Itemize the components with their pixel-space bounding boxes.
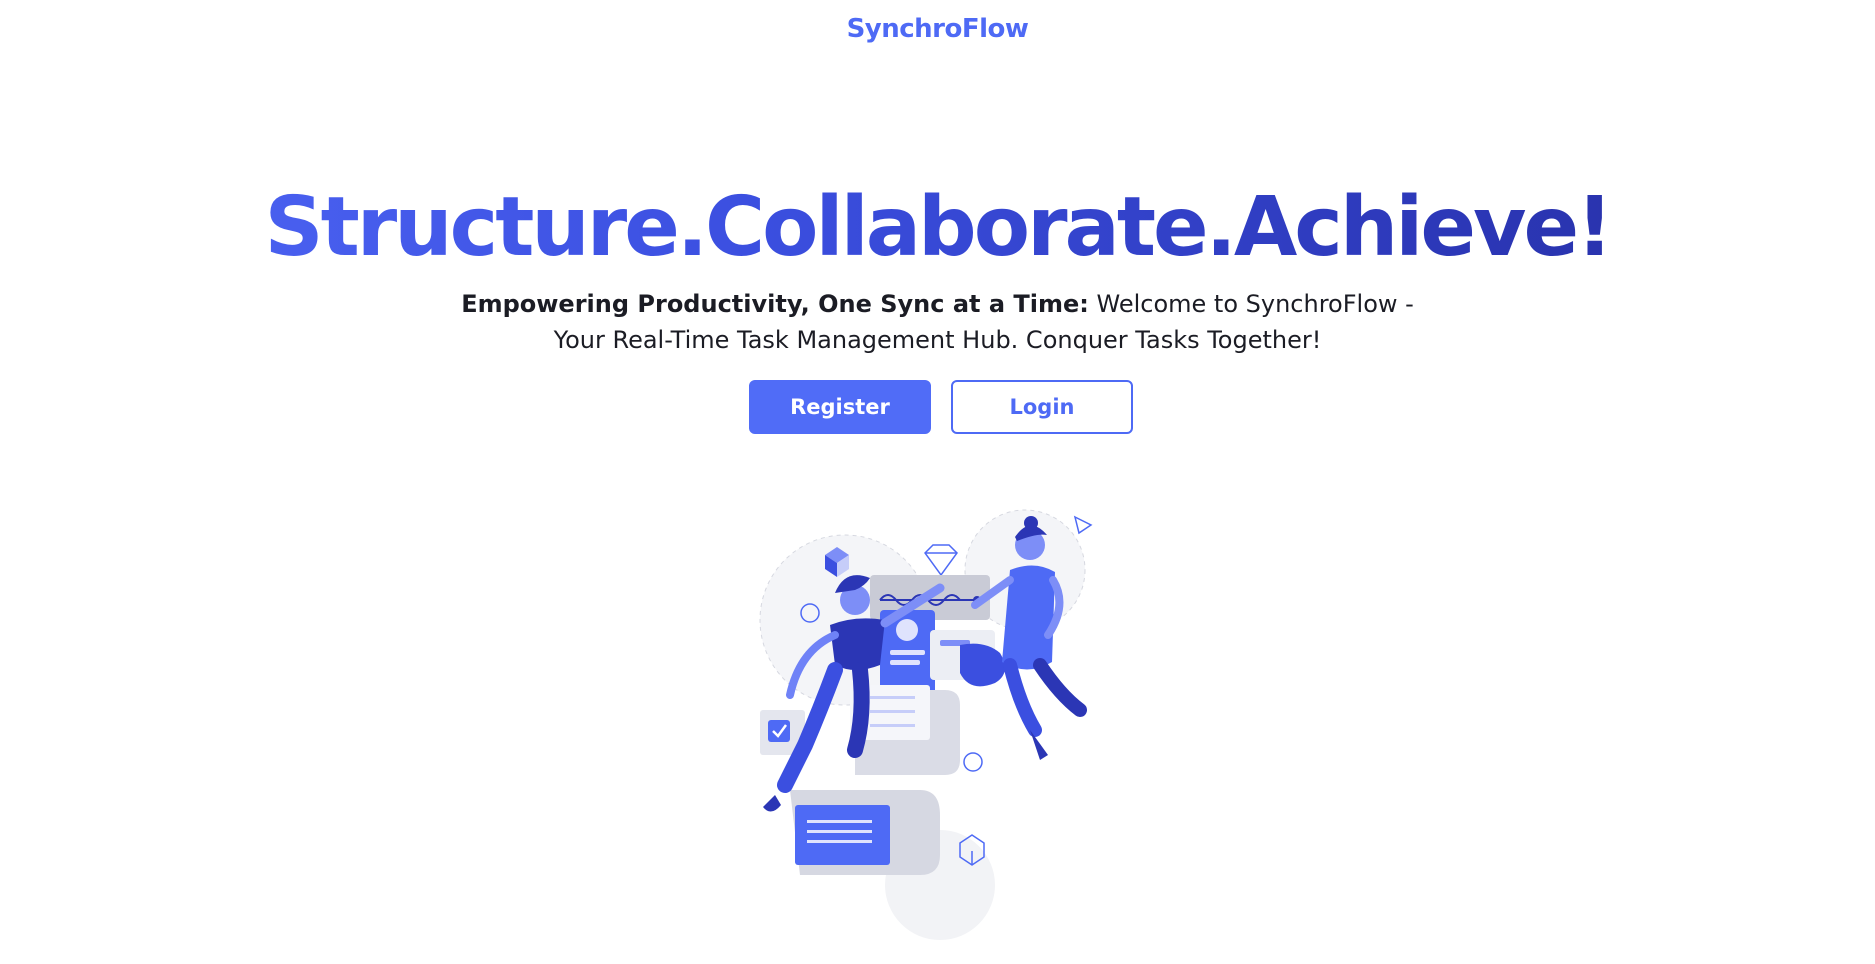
- hero-title: Structure.Collaborate.Achieve!: [0, 178, 1875, 278]
- brand-logo[interactable]: SynchroFlow: [0, 14, 1875, 44]
- triangle-icon: [1073, 515, 1093, 535]
- register-button[interactable]: Register: [749, 380, 931, 434]
- tagline-bold: Empowering Productivity, One Sync at a T…: [461, 290, 1089, 318]
- login-button[interactable]: Login: [951, 380, 1133, 434]
- hero-tagline: Empowering Productivity, One Sync at a T…: [460, 286, 1415, 358]
- diamond-icon: [924, 544, 958, 577]
- collaboration-illustration: [759, 509, 1093, 940]
